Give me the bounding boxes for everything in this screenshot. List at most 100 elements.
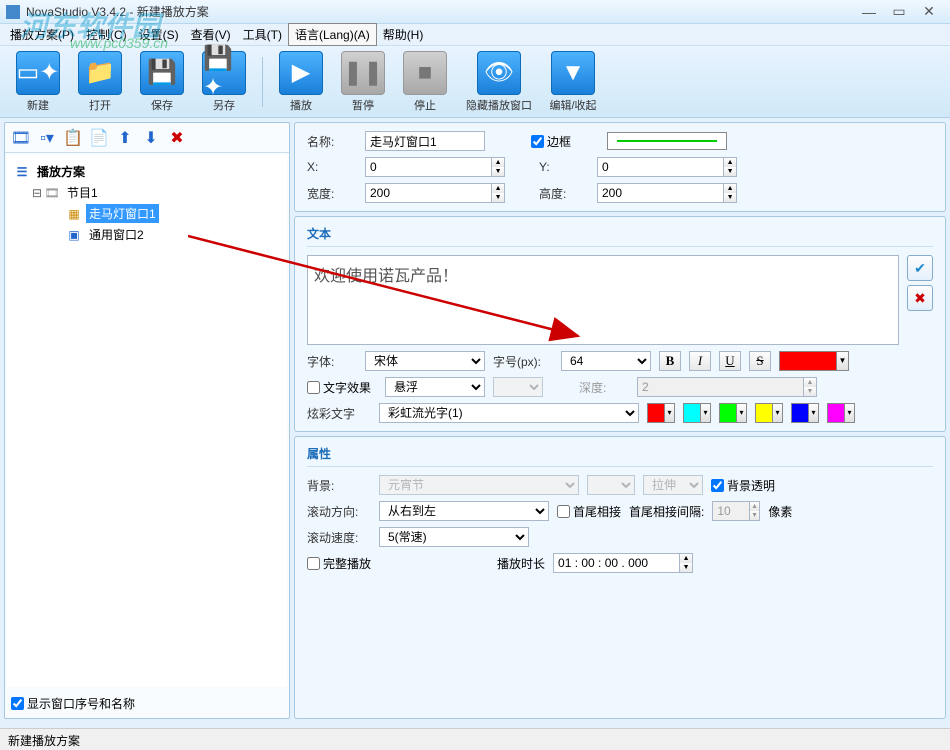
duration-label: 播放时长 <box>497 555 545 572</box>
text-color-picker[interactable]: ▼ <box>779 351 849 371</box>
name-input[interactable] <box>365 131 485 151</box>
bg-transparent-checkbox[interactable]: 背景透明 <box>711 477 775 494</box>
tree-film-icon[interactable]: 🎞 <box>9 126 33 150</box>
colorful-select[interactable]: 彩虹流光字(1) <box>379 403 639 423</box>
tree-window2[interactable]: ▣ 通用窗口2 <box>13 224 281 245</box>
toolbar-open[interactable]: 📁打开 <box>72 50 128 114</box>
list-icon: ☰ <box>13 165 31 179</box>
toolbar-separator <box>262 57 263 107</box>
right-panel: 名称: 边框 X: ▲▼ Y: ▲▼ 宽度: ▲▼ 高度: ▲▼ <box>294 122 946 719</box>
menubar: 播放方案(P) 控制(C) 设置(S) 查看(V) 工具(T) 语言(Lang)… <box>0 24 950 46</box>
show-window-index-checkbox[interactable]: 显示窗口序号和名称 <box>5 689 289 718</box>
width-spinner[interactable]: ▲▼ <box>365 183 505 203</box>
duration-spinner[interactable]: ▲▼ <box>553 553 693 573</box>
effect-select[interactable]: 悬浮 <box>385 377 485 397</box>
menu-help[interactable]: 帮助(H) <box>377 24 430 45</box>
tree-window1[interactable]: ▦ 走马灯窗口1 <box>13 203 281 224</box>
toolbar-play[interactable]: ▶播放 <box>273 50 329 114</box>
text-group-title: 文本 <box>307 225 933 247</box>
font-label: 字体: <box>307 353 357 370</box>
toolbar-save[interactable]: 💾保存 <box>134 50 190 114</box>
swatch-6[interactable]: ▾ <box>827 403 855 423</box>
cancel-button[interactable]: ✖ <box>907 285 933 311</box>
tree-up-icon[interactable]: ⬆ <box>113 126 137 150</box>
marquee-icon: ▦ <box>65 207 83 221</box>
tree-copy-icon[interactable]: 📋 <box>61 126 85 150</box>
menu-tools[interactable]: 工具(T) <box>237 24 288 45</box>
underline-button[interactable]: U <box>719 351 741 371</box>
menu-view[interactable]: 查看(V) <box>185 24 237 45</box>
height-spinner[interactable]: ▲▼ <box>597 183 737 203</box>
film-icon: 🎞 <box>43 186 61 200</box>
bold-button[interactable]: B <box>659 351 681 371</box>
scheme-tree: ☰ 播放方案 ⊟ 🎞 节目1 ▦ 走马灯窗口1 ▣ 通用窗口2 <box>7 155 287 687</box>
attrs-group-title: 属性 <box>307 445 933 467</box>
depth-spinner: ▲▼ <box>637 377 817 397</box>
close-button[interactable]: ✕ <box>914 3 944 21</box>
size-label: 字号(px): <box>493 353 553 370</box>
gap-unit: 像素 <box>768 503 792 520</box>
speed-select[interactable]: 5(常速) <box>379 527 529 547</box>
toolbar-hide[interactable]: 👁隐藏播放窗口 <box>459 50 539 114</box>
collapse-icon[interactable]: ⊟ <box>31 186 43 200</box>
swatch-4[interactable]: ▾ <box>755 403 783 423</box>
confirm-button[interactable]: ✔ <box>907 255 933 281</box>
window-title: NovaStudio V3.4.2 - 新建播放方案 <box>26 3 854 20</box>
head-tail-checkbox[interactable]: 首尾相接 <box>557 503 621 520</box>
text-content-input[interactable]: 欢迎使用诺瓦产品！ <box>307 255 899 345</box>
window-props-group: 名称: 边框 X: ▲▼ Y: ▲▼ 宽度: ▲▼ 高度: ▲▼ <box>294 122 946 212</box>
tree-delete-icon[interactable]: ✖ <box>165 126 189 150</box>
tree-program[interactable]: ⊟ 🎞 节目1 <box>13 182 281 203</box>
swatch-2[interactable]: ▾ <box>683 403 711 423</box>
bg-sub-select[interactable] <box>587 475 635 495</box>
bg-label: 背景: <box>307 477 371 494</box>
swatch-3[interactable]: ▾ <box>719 403 747 423</box>
border-checkbox[interactable]: 边框 <box>531 133 571 150</box>
menu-settings[interactable]: 设置(S) <box>133 24 185 45</box>
colorful-label: 炫彩文字 <box>307 405 371 422</box>
status-text: 新建播放方案 <box>8 734 80 748</box>
tree-root[interactable]: ☰ 播放方案 <box>13 161 281 182</box>
app-icon <box>6 5 20 19</box>
x-label: X: <box>307 160 357 174</box>
toolbar-pause[interactable]: ❚❚暂停 <box>335 50 391 114</box>
direction-label: 滚动方向: <box>307 503 371 520</box>
font-select[interactable]: 宋体 <box>365 351 485 371</box>
toolbar-new[interactable]: ▭✦新建 <box>10 50 66 114</box>
size-select[interactable]: 64 <box>561 351 651 371</box>
tree-down-icon[interactable]: ⬇ <box>139 126 163 150</box>
width-label: 宽度: <box>307 185 357 202</box>
menu-play-scheme[interactable]: 播放方案(P) <box>4 24 80 45</box>
bg-mode-select[interactable]: 拉伸 <box>643 475 703 495</box>
window-icon: ▣ <box>65 228 83 242</box>
minimize-button[interactable]: — <box>854 3 884 21</box>
y-spinner[interactable]: ▲▼ <box>597 157 737 177</box>
name-label: 名称: <box>307 133 357 150</box>
bg-select[interactable]: 元宵节 <box>379 475 579 495</box>
gap-spinner: ▲▼ <box>712 501 760 521</box>
y-label: Y: <box>539 160 589 174</box>
full-play-checkbox[interactable]: 完整播放 <box>307 555 381 572</box>
italic-button[interactable]: I <box>689 351 711 371</box>
strike-button[interactable]: S <box>749 351 771 371</box>
left-panel: 🎞 ▫▾ 📋 📄 ⬆ ⬇ ✖ ☰ 播放方案 ⊟ 🎞 节目1 ▦ 走马灯窗口1 <box>4 122 290 719</box>
titlebar: NovaStudio V3.4.2 - 新建播放方案 — ▭ ✕ <box>0 0 950 24</box>
text-effect-checkbox[interactable]: 文字效果 <box>307 379 377 396</box>
effect-sub-select[interactable] <box>493 377 543 397</box>
swatch-5[interactable]: ▾ <box>791 403 819 423</box>
direction-select[interactable]: 从右到左 <box>379 501 549 521</box>
tree-toolbar: 🎞 ▫▾ 📋 📄 ⬆ ⬇ ✖ <box>5 123 289 153</box>
border-preview[interactable] <box>607 132 727 150</box>
menu-language[interactable]: 语言(Lang)(A) <box>288 23 377 46</box>
toolbar-saveas[interactable]: 💾✦另存 <box>196 50 252 114</box>
attrs-group: 属性 背景: 元宵节 拉伸 背景透明 滚动方向: 从右到左 首尾相接 首尾相接间… <box>294 436 946 719</box>
depth-label: 深度: <box>579 379 629 396</box>
tree-paste-icon[interactable]: 📄 <box>87 126 111 150</box>
x-spinner[interactable]: ▲▼ <box>365 157 505 177</box>
maximize-button[interactable]: ▭ <box>884 3 914 21</box>
swatch-1[interactable]: ▾ <box>647 403 675 423</box>
toolbar-stop[interactable]: ■停止 <box>397 50 453 114</box>
toolbar-collapse[interactable]: ▼编辑/收起 <box>545 50 601 114</box>
tree-window-icon[interactable]: ▫▾ <box>35 126 59 150</box>
menu-control[interactable]: 控制(C) <box>80 24 133 45</box>
